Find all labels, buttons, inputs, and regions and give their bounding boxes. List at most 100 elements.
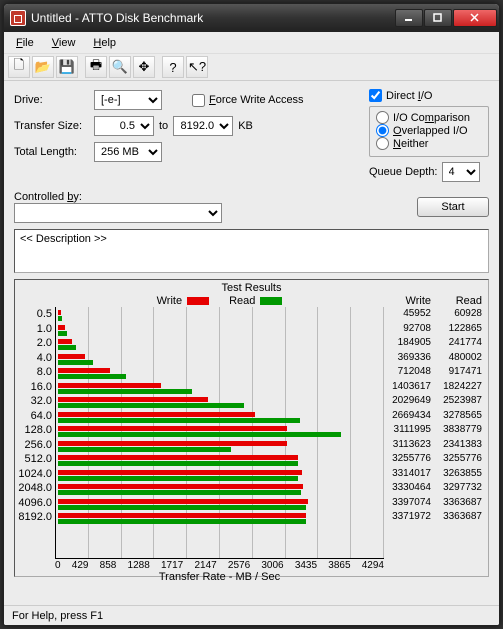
transfer-to-select[interactable]: 8192.0 (173, 116, 233, 136)
readout-write-value: 3314017 (384, 467, 431, 482)
y-tick-label: 8.0 (17, 365, 52, 380)
queue-depth-label: Queue Depth: (369, 166, 438, 178)
total-length-select[interactable]: 256 MB (94, 142, 162, 162)
y-tick-label: 2.0 (17, 336, 52, 351)
x-axis-title: Transfer Rate - MB / Sec (55, 571, 384, 583)
direct-io-checkbox[interactable]: Direct I/O (369, 89, 489, 102)
readout-write-value: 184905 (384, 336, 431, 351)
queue-depth-select[interactable]: 4 (442, 162, 480, 182)
print-preview-button[interactable]: 🔍 (109, 56, 131, 78)
menu-file[interactable]: File (8, 35, 42, 51)
readout-write-value: 3113623 (384, 438, 431, 453)
move-icon: ✥ (139, 59, 150, 75)
y-tick-label: 256.0 (17, 438, 52, 453)
close-button[interactable] (453, 9, 497, 27)
save-disk-icon: 💾 (59, 59, 75, 75)
x-tick-label: 2576 (228, 560, 250, 571)
readout-read-value: 3838779 (435, 423, 482, 438)
printer-icon: 🖶 (90, 56, 102, 78)
force-write-input[interactable] (192, 94, 205, 107)
titlebar[interactable]: Untitled - ATTO Disk Benchmark (4, 4, 499, 32)
new-button[interactable]: 🗋 (8, 56, 30, 78)
context-help-button[interactable]: ↖? (186, 56, 208, 78)
read-bar (58, 505, 306, 510)
read-bar (58, 331, 67, 336)
help-icon: ? (169, 60, 176, 75)
io-comparison-radio[interactable]: I/O Comparison (376, 111, 482, 124)
y-tick-label: 4096.0 (17, 496, 52, 511)
x-tick-label: 3865 (328, 560, 350, 571)
legend-write-swatch (187, 297, 209, 305)
bar-pair (58, 381, 382, 396)
save-button[interactable]: 💾 (56, 56, 78, 78)
bar-pair (58, 439, 382, 454)
open-button[interactable]: 📂 (32, 56, 54, 78)
description-box[interactable]: << Description >> (14, 229, 489, 273)
neither-radio[interactable]: Neither (376, 137, 482, 150)
bar-pair (58, 424, 382, 439)
overlapped-io-radio[interactable]: Overlapped I/O (376, 124, 482, 137)
bar-pair (58, 308, 382, 323)
y-tick-label: 2048.0 (17, 481, 52, 496)
transfer-from-select[interactable]: 0.5 (94, 116, 154, 136)
app-icon (10, 10, 26, 26)
statusbar: For Help, press F1 (4, 605, 499, 625)
new-file-icon: 🗋 (14, 56, 24, 78)
results-panel: Test Results Write Read Write Read (14, 279, 489, 577)
x-tick-label: 2147 (194, 560, 216, 571)
readout-read-value: 917471 (435, 365, 482, 380)
write-bar (58, 339, 72, 344)
form-left: Drive: [-e-] Force Write Access Transfer… (14, 89, 369, 187)
write-bar (58, 383, 161, 388)
write-bar (58, 484, 303, 489)
direct-io-input[interactable] (369, 89, 382, 102)
write-bar (58, 368, 110, 373)
readout-write-value: 1403617 (384, 380, 431, 395)
readout-write-value: 3255776 (384, 452, 431, 467)
force-write-checkbox[interactable]: Force Write Access (192, 94, 304, 107)
readout-write-value: 3111995 (384, 423, 431, 438)
readout-read-value: 122865 (435, 322, 482, 337)
readout-read-value: 3255776 (435, 452, 482, 467)
readout-write-value: 3330464 (384, 481, 431, 496)
print-button[interactable]: 🖶 (85, 56, 107, 78)
write-bar (58, 455, 298, 460)
drive-label: Drive: (14, 94, 94, 106)
io-mode-group: I/O Comparison Overlapped I/O Neither (369, 106, 489, 157)
write-bar (58, 441, 287, 446)
direct-io-label: Direct I/O (386, 90, 432, 102)
readout-write-value: 2029649 (384, 394, 431, 409)
start-button[interactable]: Start (417, 197, 489, 217)
y-axis-labels: 0.51.02.04.08.016.032.064.0128.0256.0512… (17, 307, 55, 559)
help-button[interactable]: ? (162, 56, 184, 78)
y-tick-label: 64.0 (17, 409, 52, 424)
readout-write-value: 2669434 (384, 409, 431, 424)
readout-values: 4595292708184905369336712048140361720296… (384, 307, 486, 559)
y-tick-label: 32.0 (17, 394, 52, 409)
status-text: For Help, press F1 (12, 610, 103, 622)
menu-view[interactable]: View (44, 35, 84, 51)
readout-write-value: 45952 (384, 307, 431, 322)
write-bar (58, 470, 302, 475)
maximize-button[interactable] (424, 9, 452, 27)
x-tick-label: 0 (55, 560, 61, 571)
x-tick-label: 1717 (161, 560, 183, 571)
transfer-unit-label: KB (233, 120, 253, 132)
readout-header: Write Read (384, 295, 486, 307)
drive-select[interactable]: [-e-] (94, 90, 162, 110)
write-bar (58, 426, 287, 431)
controlled-by-select[interactable] (14, 203, 222, 223)
force-write-label: Force Write Access (209, 94, 304, 106)
menu-help[interactable]: Help (85, 35, 124, 51)
readout-read-value: 3278565 (435, 409, 482, 424)
minimize-button[interactable] (395, 9, 423, 27)
move-button[interactable]: ✥ (133, 56, 155, 78)
write-bar (58, 513, 306, 518)
bar-pair (58, 337, 382, 352)
read-bar (58, 447, 231, 452)
chart-bars (58, 308, 382, 526)
x-tick-label: 3435 (295, 560, 317, 571)
x-axis-labels: 042985812881717214725763006343538654294 (55, 560, 486, 571)
write-bar (58, 499, 308, 504)
read-bar (58, 461, 298, 466)
